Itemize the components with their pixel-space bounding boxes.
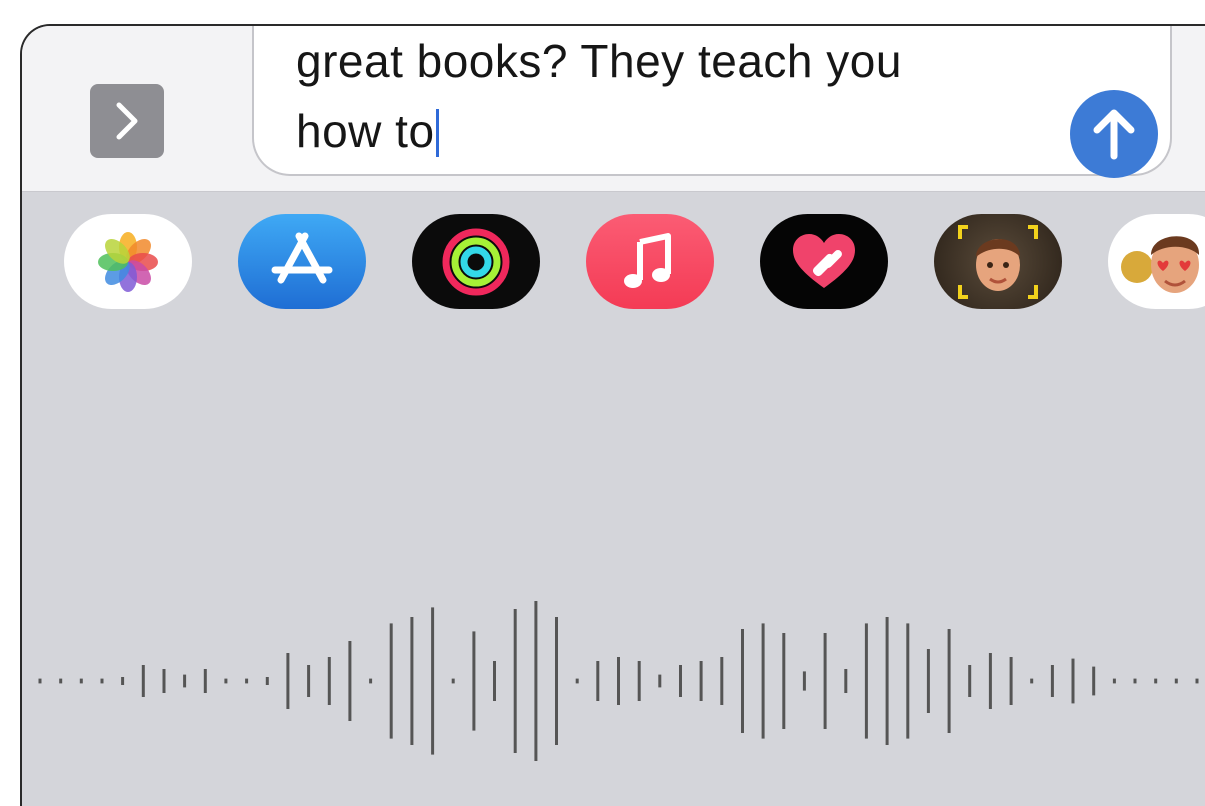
message-text-line-2: how to	[296, 104, 439, 158]
message-text-line-1: great books? They teach you	[296, 35, 902, 87]
waveform-bar	[658, 674, 662, 688]
waveform-bar	[864, 623, 868, 739]
arrow-up-icon	[1093, 109, 1135, 160]
waveform-bar	[575, 678, 579, 684]
waveform-bar	[741, 629, 744, 733]
waveform-bar	[389, 623, 393, 739]
text-caret	[435, 109, 439, 157]
activity-rings-icon	[442, 228, 510, 295]
waveform-bar	[1195, 678, 1199, 684]
memoji-app-button[interactable]	[934, 214, 1062, 309]
waveform-bar	[38, 678, 42, 684]
heart-touch-icon	[793, 233, 855, 288]
waveform-bar	[679, 665, 682, 697]
waveform-bar	[493, 661, 496, 701]
waveform-bar	[637, 661, 641, 701]
waveform-bar	[988, 653, 992, 709]
activity-app-button[interactable]	[412, 214, 540, 309]
waveform-bar	[410, 617, 414, 745]
waveform-bar	[307, 665, 311, 697]
waveform-bar	[534, 601, 538, 761]
waveform-bar	[823, 633, 827, 729]
waveform-bar	[802, 671, 806, 691]
music-app-button[interactable]	[586, 214, 714, 309]
waveform-bar	[59, 678, 63, 684]
waveform-bar	[617, 657, 620, 705]
waveform-bar	[286, 653, 290, 709]
waveform-bar	[121, 677, 125, 685]
waveform-bar	[1112, 678, 1116, 684]
waveform-bar	[369, 678, 373, 684]
waveform-bar	[431, 607, 435, 755]
waveform-bar	[451, 678, 455, 684]
waveform-bar	[245, 678, 249, 684]
waveform-bar	[968, 665, 972, 697]
waveform-bar	[720, 657, 724, 705]
memoji-stickers-icon	[1121, 235, 1200, 293]
app-store-icon	[271, 232, 333, 283]
waveform-bar	[699, 661, 703, 701]
waveform-bar	[761, 623, 765, 739]
waveform-bar	[1092, 666, 1096, 696]
compose-bar: great books? They teach you how to	[22, 26, 1205, 192]
waveform-bar	[265, 677, 269, 685]
waveform-bar	[1009, 657, 1013, 705]
waveform-bar	[472, 631, 476, 731]
waveform-bar	[844, 669, 848, 693]
memoji-icon	[958, 224, 1038, 299]
waveform-bar	[906, 623, 910, 739]
message-text-field[interactable]: great books? They teach you how to	[252, 26, 1172, 178]
waveform-bar	[162, 669, 166, 693]
chevron-right-icon	[116, 102, 138, 140]
waveform-bar	[1030, 678, 1034, 684]
waveform-bar	[885, 617, 889, 745]
waveform-bar	[782, 633, 786, 729]
waveform-bar	[926, 649, 930, 713]
waveform-bar	[513, 609, 517, 753]
dictation-waveform	[38, 601, 1199, 761]
music-note-icon	[624, 232, 671, 288]
waveform-bar	[1174, 678, 1178, 684]
app-drawer	[22, 214, 1205, 314]
waveform-bar	[224, 678, 228, 684]
waveform-bar	[79, 678, 83, 684]
digital-touch-app-button[interactable]	[760, 214, 888, 309]
waveform-bar	[100, 678, 104, 684]
waveform-bar	[596, 661, 600, 701]
photos-icon	[98, 231, 158, 292]
send-button[interactable]	[1070, 90, 1158, 178]
waveform-bar	[327, 657, 331, 705]
waveform-bar	[183, 674, 187, 688]
expand-apps-button[interactable]	[90, 84, 164, 158]
waveform-bar	[141, 665, 145, 697]
waveform-bar	[1154, 678, 1158, 684]
waveform-bar	[1071, 658, 1075, 704]
memoji-stickers-app-button[interactable]	[1108, 214, 1205, 309]
waveform-bar	[1133, 678, 1137, 684]
messages-input-panel: great books? They teach you how to	[20, 24, 1205, 806]
app-store-app-button[interactable]	[238, 214, 366, 309]
waveform-bar	[555, 617, 558, 745]
waveform-bar	[1050, 665, 1054, 697]
message-text-line-2-text: how to	[296, 105, 435, 157]
waveform-bar	[947, 629, 951, 733]
photos-app-button[interactable]	[64, 214, 192, 309]
waveform-bar	[203, 669, 207, 693]
waveform-bar	[348, 641, 352, 721]
